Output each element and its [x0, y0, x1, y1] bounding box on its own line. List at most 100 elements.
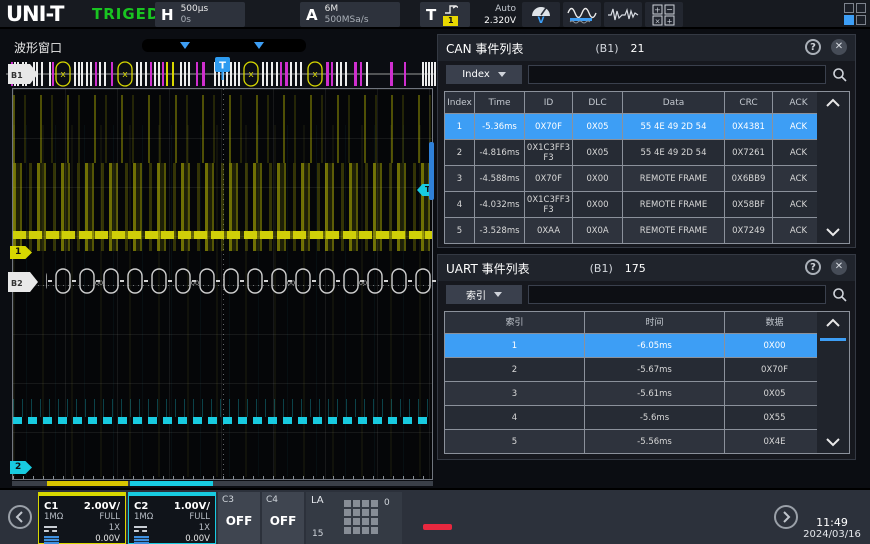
chevron-down-icon: [498, 72, 506, 77]
ch1-waveform-baseline: [13, 231, 432, 239]
can-table-row[interactable]: 1-5.36ms0X70F0X0555 4E 49 2D 540X4381ACK: [445, 114, 824, 140]
layout-cell: [856, 15, 866, 25]
ch2-impedance: 1MΩ: [134, 512, 153, 523]
ch2-name: C2: [134, 501, 148, 512]
trigger-label: T: [426, 6, 436, 24]
clock-time: 11:49: [796, 516, 868, 529]
voltmeter-v-label: V: [538, 17, 545, 25]
col-header: CRC: [725, 92, 773, 114]
scroll-up-icon[interactable]: [825, 318, 841, 328]
waveform-mode-button[interactable]: [563, 2, 601, 27]
acquire-settings-button[interactable]: A 6M 500MSa/s: [300, 2, 400, 27]
bus2-marker-label: B2: [11, 279, 23, 288]
can-table-row[interactable]: 3-4.588ms0X70F0X00REMOTE FRAME0X6BB9ACK: [445, 166, 824, 192]
decode-flag-x: x: [60, 70, 66, 80]
ch1-offset: 0.00V: [95, 534, 120, 544]
timebase-value: 500μs: [181, 4, 209, 15]
waveform-window[interactable]: 波形窗口: [6, 33, 436, 489]
can-filter-dropdown[interactable]: Index: [446, 65, 522, 84]
can-search-input[interactable]: [528, 65, 826, 84]
ch2-scale: 1.00V/: [174, 501, 210, 512]
logic-analyzer-block[interactable]: LA 0 15: [306, 492, 402, 544]
uart-filter-label: 索引: [466, 287, 486, 302]
trigger-settings-button[interactable]: T 1: [420, 2, 470, 27]
uart-table-row[interactable]: 2-5.67ms0X70F: [445, 358, 824, 382]
uart-bus-decode-trace: 00 00 00 00 B2: [6, 267, 436, 297]
search-icon[interactable]: [832, 287, 847, 302]
channel1-block[interactable]: C12.00V/ 1MΩFULL 1X 0.00V: [38, 492, 126, 544]
help-icon[interactable]: ?: [805, 39, 821, 55]
col-header: Data: [623, 92, 725, 114]
layout-cell-active: [844, 15, 854, 25]
uart-byte-label: 00: [287, 279, 295, 287]
can-table-header: Index Time ID DLC Data CRC ACK: [445, 92, 824, 114]
calculator-icon: + − × +: [652, 4, 676, 26]
uart-scrollbar-thumb[interactable]: [820, 338, 846, 341]
col-header: DLC: [573, 92, 623, 114]
prev-button[interactable]: [8, 505, 32, 529]
label-icon: [44, 536, 59, 544]
horizontal-label: H: [161, 6, 174, 24]
uart-scroll-track[interactable]: [817, 311, 850, 454]
decode-flag-x: x: [312, 70, 318, 80]
scroll-up-icon[interactable]: [825, 98, 841, 108]
col-header: Time: [475, 92, 525, 114]
uart-panel-titlebar: UART 事件列表 (B1) 175 ? ✕: [438, 255, 855, 281]
uart-search-input[interactable]: [528, 285, 826, 304]
multimeter-button[interactable]: V: [522, 2, 560, 27]
trigger-slope-icon: [444, 4, 458, 15]
uart-table-row[interactable]: 5-5.56ms0X4E: [445, 430, 824, 454]
uart-filter-dropdown[interactable]: 索引: [446, 285, 522, 304]
ch2-waveform-trace: [13, 417, 432, 424]
ch1-probe: 1X: [109, 523, 120, 534]
horizontal-settings-button[interactable]: H 500μs 0s: [155, 2, 245, 27]
can-filter-row: Index: [438, 61, 855, 87]
nav-marker-icon[interactable]: [254, 42, 264, 49]
close-icon[interactable]: ✕: [831, 39, 847, 55]
channel3-block[interactable]: C3 OFF: [218, 492, 260, 544]
nav-marker-icon[interactable]: [180, 42, 190, 49]
oscilloscope-screen: UNI-T TRIGED H 500μs 0s A 6M 500MSa/s T …: [0, 0, 870, 544]
can-scroll-track[interactable]: [817, 91, 850, 244]
clock: 11:49 2024/03/16: [796, 492, 868, 540]
uart-table-row[interactable]: 3-5.61ms0X05: [445, 382, 824, 406]
uart-event-table: 索引 时间 数据 1-6.05ms0X00 2-5.67ms0X70F 3-5.…: [444, 311, 824, 454]
waveform-window-title: 波形窗口: [14, 39, 62, 56]
can-table-row[interactable]: 2-4.816ms0X1C3FF3F30X0555 4E 49 2D 540X7…: [445, 140, 824, 166]
waveform-nav-bar[interactable]: [142, 39, 306, 52]
can-table-row[interactable]: 4-4.032ms0X1C3FF3F30X00REMOTE FRAME0X58B…: [445, 192, 824, 218]
col-header: Index: [445, 92, 475, 114]
next-button[interactable]: [774, 505, 798, 529]
help-icon[interactable]: ?: [805, 259, 821, 275]
burst-wave-button[interactable]: [604, 2, 642, 27]
uart-table-row[interactable]: 1-6.05ms0X00: [445, 334, 824, 358]
record-indicator: [423, 524, 452, 530]
sample-rate: 500MSa/s: [325, 15, 369, 26]
can-table-row[interactable]: 5-3.528ms0XAA0X0AREMOTE FRAME0X7249ACK: [445, 218, 824, 244]
ch3-state: OFF: [222, 514, 256, 528]
can-event-count: 21: [631, 42, 645, 55]
math-button[interactable]: + − × +: [645, 2, 683, 27]
search-icon[interactable]: [832, 67, 847, 82]
can-panel-titlebar: CAN 事件列表 (B1) 21 ? ✕: [438, 35, 855, 61]
channel-status-bar: C12.00V/ 1MΩFULL 1X 0.00V C21.00V/ 1MΩFU…: [0, 488, 870, 544]
channel4-block[interactable]: C4 OFF: [262, 492, 304, 544]
wave-scrollbar-thumb[interactable]: [429, 142, 434, 200]
close-icon[interactable]: ✕: [831, 259, 847, 275]
uart-table-row[interactable]: 4-5.6ms0X55: [445, 406, 824, 430]
sine-wave-icon: [567, 5, 597, 25]
channel2-block[interactable]: C21.00V/ 1MΩFULL 1X 0.00V: [128, 492, 216, 544]
memory-depth: 6M: [325, 4, 369, 15]
layout-cell: [844, 3, 854, 13]
scroll-down-icon[interactable]: [825, 437, 841, 447]
scroll-down-icon[interactable]: [825, 227, 841, 237]
svg-text:×: ×: [655, 17, 661, 25]
trigger-mode: Auto: [470, 3, 516, 15]
ch1-waveform-upper: [13, 95, 432, 163]
uart-byte-label: 00: [95, 279, 103, 287]
window-layout-button[interactable]: [844, 3, 868, 26]
dc-coupling-icon: [134, 526, 147, 532]
ch2-waveform-edges: [13, 399, 432, 417]
horizontal-offset: 0s: [181, 15, 209, 26]
trigger-info: Auto 2.320V: [470, 3, 516, 27]
